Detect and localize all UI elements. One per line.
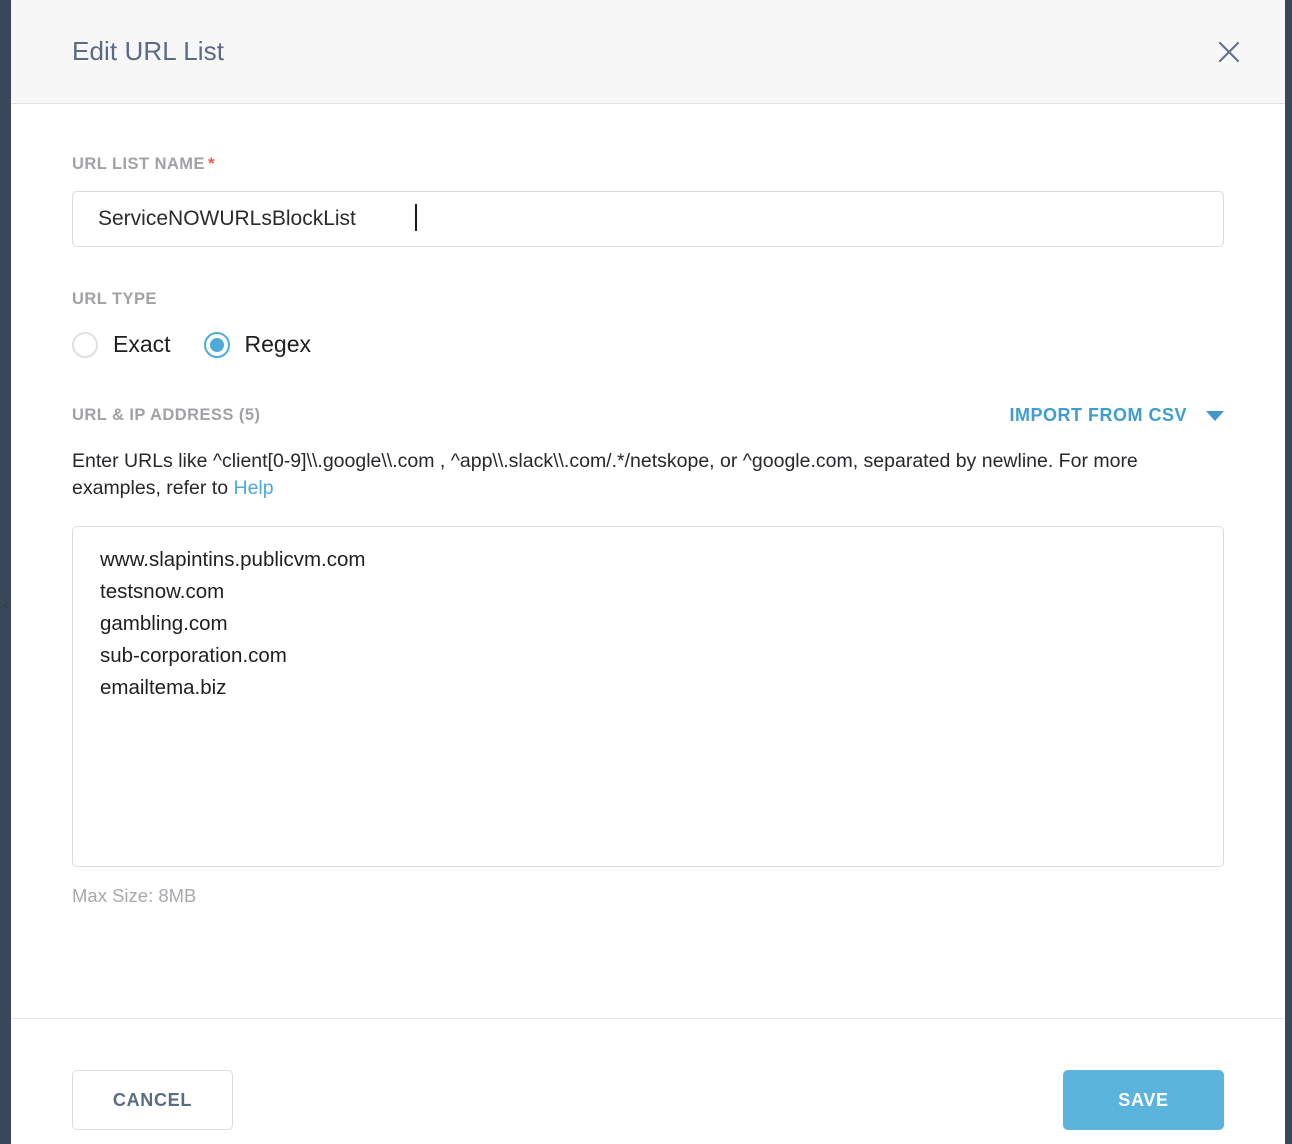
sidebar-collapse-chevron-icon[interactable]: ‹ [1,594,11,616]
url-type-field-group: URL TYPE Exact Regex [72,290,1224,358]
import-from-csv-label: IMPORT FROM CSV [1009,405,1187,425]
radio-label-regex: Regex [244,331,312,357]
max-size-note: Max Size: 8MB [72,885,197,906]
dialog-body: URL LIST NAME* URL TYPE Exact Regex [11,104,1285,1018]
cancel-button[interactable]: CANCEL [72,1070,233,1130]
url-type-label: URL TYPE [72,290,157,308]
edit-url-list-dialog: Edit URL List URL LIST NAME* URL TYPE [11,0,1285,1144]
radio-circle-exact[interactable] [72,331,98,358]
url-list-name-label: URL LIST NAME * [72,154,216,173]
close-button[interactable] [1209,32,1249,72]
import-from-csv-button[interactable]: IMPORT FROM CSV [1009,405,1224,426]
help-link[interactable]: Help [233,477,273,499]
url-list-name-input[interactable] [72,191,1224,247]
url-ip-address-field-group: URL & IP ADDRESS (5) IMPORT FROM CSV Ent… [72,405,1224,907]
dialog-footer: CANCEL SAVE [11,1018,1285,1144]
url-list-name-field-group: URL LIST NAME * [72,154,1224,247]
url-list-textarea[interactable]: www.slapintins.publicvm.com testsnow.com… [72,526,1224,867]
url-type-radio-group: Exact Regex [72,331,1224,358]
radio-circle-regex[interactable] [203,331,230,358]
url-ip-header-row: URL & IP ADDRESS (5) IMPORT FROM CSV [72,405,1224,426]
radio-label-exact: Exact [113,331,171,357]
page-title: Edit URL List [72,36,225,66]
save-button[interactable]: SAVE [1063,1070,1224,1130]
dialog-header: Edit URL List [11,0,1285,104]
close-icon [1216,39,1242,65]
chevron-down-icon[interactable] [1206,410,1224,421]
helper-text-body: Enter URLs like ^client[0-9]\\.google\\.… [72,450,1138,499]
helper-text: Enter URLs like ^client[0-9]\\.google\\.… [72,448,1192,502]
radio-option-regex[interactable]: Regex [203,331,312,358]
text-cursor [415,204,417,231]
url-list-name-input-wrap [72,174,1224,247]
required-asterisk: * [207,154,216,173]
radio-option-exact[interactable]: Exact [72,331,171,358]
url-ip-address-label: URL & IP ADDRESS (5) [72,406,261,424]
